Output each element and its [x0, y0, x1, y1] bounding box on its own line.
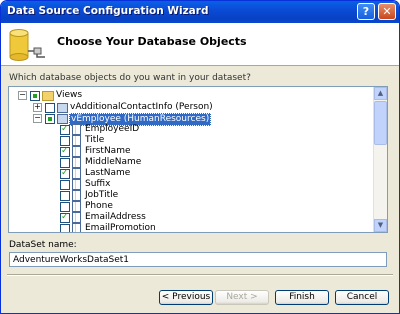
cancel-button[interactable]: Cancel: [335, 290, 389, 305]
field-label: Phone: [85, 201, 113, 211]
field-checkbox[interactable]: [60, 224, 70, 232]
wizard-header: Choose Your Database Objects: [1, 23, 399, 66]
next-button[interactable]: Next >: [215, 290, 269, 305]
window-title: Data Source Configuration Wizard: [7, 5, 209, 17]
title-bar[interactable]: Data Source Configuration Wizard ? ✕: [1, 1, 399, 23]
previous-button[interactable]: < Previous: [159, 290, 213, 305]
field-checkbox[interactable]: [60, 180, 70, 190]
field-label: Title: [85, 135, 105, 145]
finish-button[interactable]: Finish: [275, 290, 329, 305]
field-label: LastName: [85, 168, 131, 178]
column-icon: [72, 201, 81, 212]
field-label: EmailAddress: [85, 212, 146, 222]
field-checkbox[interactable]: [60, 202, 70, 212]
dataset-name-input[interactable]: [9, 252, 387, 267]
help-button[interactable]: ?: [357, 3, 375, 20]
close-button[interactable]: ✕: [378, 3, 396, 20]
field-checkbox[interactable]: [60, 212, 70, 223]
field-checkbox[interactable]: [60, 146, 70, 157]
field-label: EmailPromotion: [85, 223, 156, 233]
divider: [7, 274, 393, 276]
collapse-icon[interactable]: −: [18, 91, 27, 100]
database-objects-tree[interactable]: − Views + vAdditionalContactInfo (Person…: [8, 86, 388, 233]
column-icon: [72, 179, 81, 190]
view-label: vAdditionalContactInfo (Person): [70, 102, 213, 112]
page-title: Choose Your Database Objects: [57, 35, 247, 48]
column-icon: [72, 190, 81, 201]
field-label: FirstName: [85, 146, 131, 156]
view-icon: [57, 114, 68, 124]
view-icon: [57, 103, 68, 113]
database-connect-icon: [9, 29, 45, 61]
tree-scrollbar[interactable]: ▲ ▼: [373, 87, 387, 232]
field-checkbox[interactable]: [60, 191, 70, 201]
column-icon: [72, 124, 81, 135]
scroll-thumb[interactable]: [374, 101, 387, 145]
column-icon: [72, 135, 81, 146]
dataset-name-label: DataSet name:: [9, 240, 77, 250]
folder-icon: [42, 91, 54, 101]
field-label: Suffix: [85, 179, 111, 189]
scroll-up-icon[interactable]: ▲: [374, 87, 387, 100]
field-label: MiddleName: [85, 157, 142, 167]
column-icon: [72, 212, 81, 223]
scroll-down-icon[interactable]: ▼: [374, 219, 387, 232]
column-icon: [72, 223, 81, 232]
field-checkbox[interactable]: [60, 168, 70, 179]
column-icon: [72, 157, 81, 168]
prompt-text: Which database objects do you want in yo…: [9, 73, 251, 83]
collapse-icon[interactable]: −: [33, 114, 42, 123]
view-checkbox[interactable]: [45, 114, 55, 124]
column-icon: [72, 146, 81, 157]
views-checkbox[interactable]: [30, 91, 40, 101]
wizard-window: Data Source Configuration Wizard ? ✕ Cho…: [0, 0, 400, 314]
field-label: EmployeeID: [85, 124, 140, 134]
column-icon: [72, 168, 81, 179]
field-checkbox[interactable]: [60, 124, 70, 135]
field-label: JobTitle: [85, 190, 119, 200]
field-checkbox[interactable]: [60, 136, 70, 146]
expand-icon[interactable]: +: [33, 103, 42, 112]
views-label: Views: [56, 90, 83, 100]
field-checkbox[interactable]: [60, 158, 70, 168]
view-checkbox[interactable]: [45, 103, 55, 113]
